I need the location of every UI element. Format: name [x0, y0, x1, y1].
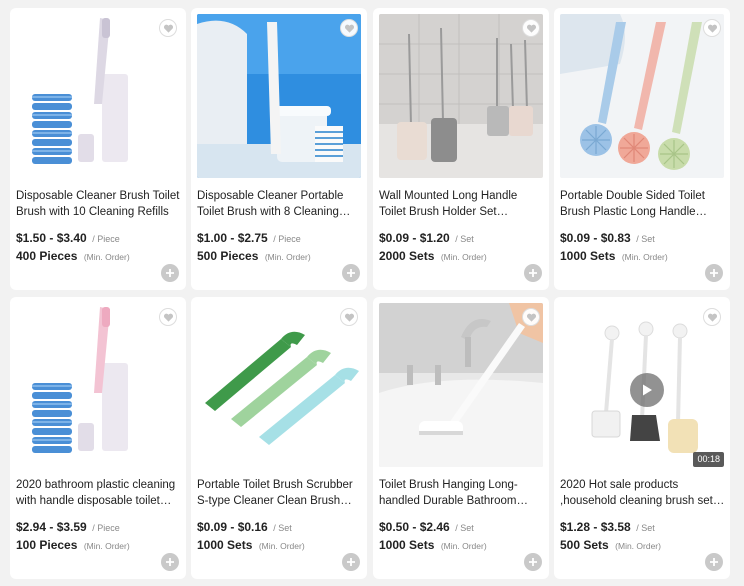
min-order-qty: 1000 Sets — [197, 538, 253, 552]
min-order-qty: 500 Sets — [560, 538, 609, 552]
price-range: $0.09 - $1.20 — [379, 231, 450, 245]
product-title[interactable]: Disposable Cleaner Portable Toilet Brush… — [197, 188, 364, 220]
product-card[interactable]: 00:18 2020 Hot sale products ,household … — [554, 297, 730, 579]
product-image[interactable] — [560, 14, 724, 178]
product-card[interactable]: 2020 bathroom plastic cleaning with hand… — [10, 297, 186, 579]
product-title[interactable]: Portable Double Sided Toilet Brush Plast… — [560, 188, 727, 220]
price-range: $1.50 - $3.40 — [16, 231, 87, 245]
product-card[interactable]: Wall Mounted Long Handle Toilet Brush Ho… — [373, 8, 549, 290]
product-image[interactable] — [379, 303, 543, 467]
price-range: $0.09 - $0.16 — [197, 520, 268, 534]
product-image[interactable]: 00:18 — [560, 303, 724, 467]
min-order-note: (Min. Order) — [440, 541, 487, 551]
min-order-qty: 1000 Sets — [379, 538, 435, 552]
price-unit: / Set — [636, 234, 655, 244]
min-order-note: (Min. Order) — [83, 541, 130, 551]
min-order-row: 500 Sets (Min. Order) — [560, 538, 661, 553]
min-order-note: (Min. Order) — [440, 252, 487, 262]
favorite-heart-icon[interactable] — [340, 308, 358, 326]
min-order-row: 1000 Sets (Min. Order) — [379, 538, 487, 553]
price-range: $0.50 - $2.46 — [379, 520, 450, 534]
min-order-row: 100 Pieces (Min. Order) — [16, 538, 130, 553]
product-title[interactable]: Toilet Brush Hanging Long-handled Durabl… — [379, 477, 546, 509]
price-row: $0.09 - $1.20 / Set — [379, 231, 474, 246]
product-image[interactable] — [379, 14, 543, 178]
product-card[interactable]: Portable Toilet Brush Scrubber S-type Cl… — [191, 297, 367, 579]
price-row: $1.00 - $2.75 / Piece — [197, 231, 301, 246]
favorite-heart-icon[interactable] — [703, 308, 721, 326]
min-order-note: (Min. Order) — [264, 252, 311, 262]
add-plus-icon[interactable] — [705, 553, 723, 571]
price-unit: / Set — [455, 234, 474, 244]
product-image[interactable] — [197, 303, 361, 467]
min-order-qty: 100 Pieces — [16, 538, 78, 552]
product-image[interactable] — [197, 14, 361, 178]
min-order-qty: 1000 Sets — [560, 249, 616, 263]
product-title[interactable]: 2020 Hot sale products ,household cleani… — [560, 477, 727, 509]
product-card[interactable]: Disposable Cleaner Brush Toilet Brush wi… — [10, 8, 186, 290]
min-order-note: (Min. Order) — [258, 541, 305, 551]
min-order-note: (Min. Order) — [621, 252, 668, 262]
min-order-row: 2000 Sets (Min. Order) — [379, 249, 487, 264]
add-plus-icon[interactable] — [524, 553, 542, 571]
price-range: $2.94 - $3.59 — [16, 520, 87, 534]
min-order-row: 400 Pieces (Min. Order) — [16, 249, 130, 264]
add-plus-icon[interactable] — [342, 264, 360, 282]
play-video-icon[interactable] — [630, 373, 664, 407]
price-unit: / Set — [273, 523, 292, 533]
add-plus-icon[interactable] — [705, 264, 723, 282]
favorite-heart-icon[interactable] — [159, 19, 177, 37]
add-plus-icon[interactable] — [342, 553, 360, 571]
product-card[interactable]: Toilet Brush Hanging Long-handled Durabl… — [373, 297, 549, 579]
min-order-qty: 2000 Sets — [379, 249, 435, 263]
min-order-qty: 400 Pieces — [16, 249, 78, 263]
price-range: $0.09 - $0.83 — [560, 231, 631, 245]
min-order-row: 1000 Sets (Min. Order) — [560, 249, 668, 264]
min-order-row: 1000 Sets (Min. Order) — [197, 538, 305, 553]
price-row: $1.50 - $3.40 / Piece — [16, 231, 120, 246]
add-plus-icon[interactable] — [161, 553, 179, 571]
add-plus-icon[interactable] — [161, 264, 179, 282]
product-image[interactable] — [16, 14, 180, 178]
price-unit: / Piece — [273, 234, 301, 244]
price-row: $0.50 - $2.46 / Set — [379, 520, 474, 535]
price-range: $1.00 - $2.75 — [197, 231, 268, 245]
price-row: $0.09 - $0.83 / Set — [560, 231, 655, 246]
price-row: $0.09 - $0.16 / Set — [197, 520, 292, 535]
min-order-note: (Min. Order) — [615, 541, 661, 551]
product-title[interactable]: Wall Mounted Long Handle Toilet Brush Ho… — [379, 188, 546, 220]
add-plus-icon[interactable] — [524, 264, 542, 282]
price-unit: / Piece — [92, 234, 120, 244]
min-order-note: (Min. Order) — [83, 252, 130, 262]
favorite-heart-icon[interactable] — [522, 308, 540, 326]
product-image[interactable] — [16, 303, 180, 467]
product-title[interactable]: Portable Toilet Brush Scrubber S-type Cl… — [197, 477, 364, 509]
product-title[interactable]: Disposable Cleaner Brush Toilet Brush wi… — [16, 188, 183, 220]
price-row: $1.28 - $3.58 / Set — [560, 520, 655, 535]
product-title[interactable]: 2020 bathroom plastic cleaning with hand… — [16, 477, 183, 509]
favorite-heart-icon[interactable] — [522, 19, 540, 37]
price-row: $2.94 - $3.59 / Piece — [16, 520, 120, 535]
favorite-heart-icon[interactable] — [703, 19, 721, 37]
product-card[interactable]: Portable Double Sided Toilet Brush Plast… — [554, 8, 730, 290]
favorite-heart-icon[interactable] — [159, 308, 177, 326]
price-range: $1.28 - $3.58 — [560, 520, 631, 534]
favorite-heart-icon[interactable] — [340, 19, 358, 37]
price-unit: / Set — [636, 523, 655, 533]
product-card[interactable]: Disposable Cleaner Portable Toilet Brush… — [191, 8, 367, 290]
min-order-qty: 500 Pieces — [197, 249, 259, 263]
min-order-row: 500 Pieces (Min. Order) — [197, 249, 311, 264]
price-unit: / Set — [455, 523, 474, 533]
price-unit: / Piece — [92, 523, 120, 533]
video-duration: 00:18 — [693, 452, 724, 467]
